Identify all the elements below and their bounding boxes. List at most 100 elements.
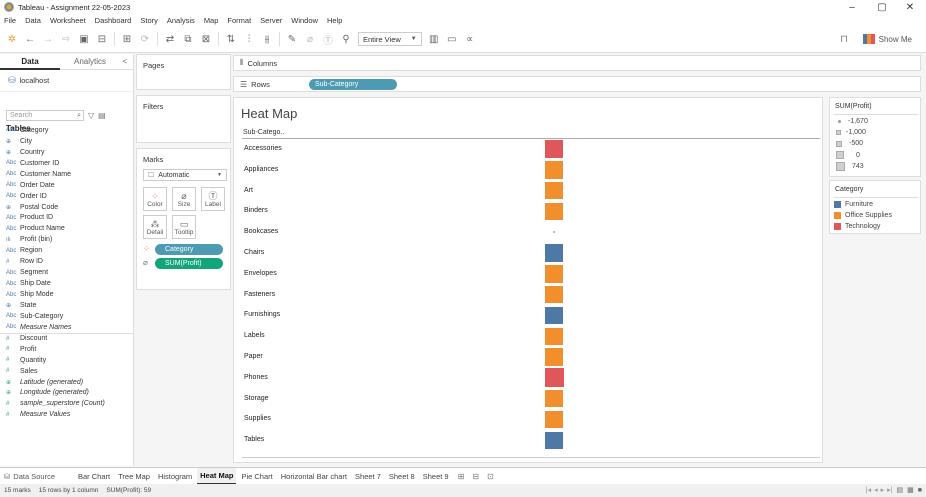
field-item[interactable]: Abc Customer ID — [0, 158, 134, 169]
new-worksheet-icon[interactable]: ⊞ — [121, 32, 133, 46]
profit-size-legend[interactable]: SUM(Profit) -1,670 -1,000 -500 0 743 — [829, 97, 921, 177]
menu-analysis[interactable]: Analysis — [167, 16, 195, 25]
new-dashboard-icon[interactable]: ⊟ — [472, 472, 479, 481]
undo-icon[interactable]: ← — [24, 32, 36, 46]
heatmap-mark[interactable] — [545, 244, 563, 262]
heatmap-mark[interactable] — [545, 181, 563, 200]
row-label[interactable]: Phones — [244, 373, 268, 383]
heatmap-mark[interactable] — [545, 160, 563, 179]
tab-sheet-9[interactable]: Sheet 9 — [420, 468, 452, 485]
show-me-button[interactable]: Show Me — [862, 34, 912, 44]
menu-format[interactable]: Format — [227, 16, 251, 25]
menu-server[interactable]: Server — [260, 16, 282, 25]
presentation-icon[interactable]: ⊓ — [840, 34, 848, 45]
menu-file[interactable]: File — [4, 16, 16, 25]
view-options-icon[interactable]: ▤ — [98, 111, 106, 120]
first-sheet-icon[interactable]: |◂ — [866, 486, 871, 494]
duplicate-sheet-icon[interactable]: ⧉ — [182, 32, 194, 46]
field-item[interactable]: # sample_superstore (Count) — [0, 398, 134, 409]
tab-pie-chart[interactable]: Pie Chart — [238, 468, 275, 485]
tab-tree-map[interactable]: Tree Map — [115, 468, 153, 485]
heatmap-mark[interactable] — [545, 306, 563, 325]
field-item[interactable]: # Measure Values — [0, 409, 134, 420]
field-item[interactable]: ⊕ Longitude (generated) — [0, 388, 134, 399]
field-item[interactable]: ⊕ Latitude (generated) — [0, 377, 134, 388]
new-data-source-icon[interactable]: ⊟ — [96, 32, 108, 46]
field-item[interactable]: Abc Order ID — [0, 191, 134, 202]
sort-descending-icon[interactable]: ⫵ — [261, 32, 273, 46]
group-icon[interactable]: ⌀ — [304, 32, 316, 46]
marks-pill-category[interactable]: Category — [155, 244, 223, 255]
field-item[interactable]: # Row ID — [0, 256, 134, 267]
row-label[interactable]: Bookcases — [244, 227, 278, 237]
field-item[interactable]: ⊕ City — [0, 136, 134, 147]
row-label[interactable]: Accessories — [244, 144, 282, 154]
row-header-sub-category[interactable]: Sub-Catego.. — [243, 129, 284, 136]
marks-pill-sum-profit[interactable]: SUM(Profit) — [155, 258, 223, 269]
save-icon[interactable]: ▣ — [78, 32, 90, 46]
swap-icon[interactable]: ⇅ — [225, 32, 237, 46]
filters-shelf[interactable]: Filters — [136, 95, 231, 143]
mark-type-dropdown[interactable]: ☐ Automatic ▼ — [143, 169, 227, 181]
legend-item-office-supplies[interactable]: Office Supplies — [834, 212, 892, 219]
field-item[interactable]: Abc Customer Name — [0, 169, 134, 180]
row-label[interactable]: Labels — [244, 331, 265, 341]
menu-dashboard[interactable]: Dashboard — [95, 16, 132, 25]
labels-icon[interactable]: Ⓣ — [322, 32, 334, 47]
tooltip-button[interactable]: ▭ Tooltip — [172, 215, 196, 239]
legend-item-furniture[interactable]: Furniture — [834, 201, 873, 208]
show-sheet-sorter-icon[interactable]: ■ — [918, 487, 922, 494]
tab-horizontal-bar-chart[interactable]: Horizontal Bar chart — [278, 468, 350, 485]
sheet-title[interactable]: Heat Map — [241, 106, 297, 121]
menu-data[interactable]: Data — [25, 16, 41, 25]
field-item[interactable]: # Quantity — [0, 355, 134, 366]
row-label[interactable]: Fasteners — [244, 290, 275, 300]
detail-button[interactable]: ⁂ Detail — [143, 215, 167, 239]
field-item[interactable]: Abc Product ID — [0, 213, 134, 224]
heatmap-mark[interactable] — [545, 285, 563, 304]
heatmap-mark[interactable] — [545, 389, 563, 408]
heatmap-mark[interactable] — [545, 202, 563, 221]
previous-sheet-icon[interactable]: ◂ — [874, 486, 878, 494]
rows-shelf[interactable]: ☰ Rows Sub-Category — [233, 76, 921, 92]
maximize-button[interactable]: ▢ — [868, 0, 896, 14]
tab-bar-chart[interactable]: Bar Chart — [75, 468, 113, 485]
new-worksheet-icon[interactable]: ⊞ — [458, 472, 465, 481]
legend-size-item[interactable]: 743 — [836, 162, 864, 171]
legend-size-item[interactable]: -1,670 — [836, 118, 868, 125]
swap-rows-columns-icon[interactable]: ⇄ — [164, 32, 176, 46]
size-button[interactable]: ⌀ Size — [172, 187, 196, 211]
field-search-input[interactable]: Search ⌕ — [6, 110, 84, 121]
field-item[interactable]: ⊕ State — [0, 300, 134, 311]
tab-data[interactable]: Data — [0, 54, 60, 70]
data-source-tab[interactable]: ⛁ Data Source — [0, 472, 63, 481]
field-item[interactable]: Abc Category — [0, 125, 134, 136]
rows-pill-sub-category[interactable]: Sub-Category — [309, 79, 397, 90]
data-source-item[interactable]: ⛁ localhost — [0, 70, 133, 92]
heatmap-mark[interactable] — [544, 368, 564, 388]
filter-fields-icon[interactable]: ▽ — [88, 111, 94, 120]
menu-story[interactable]: Story — [140, 16, 158, 25]
show-hide-cards-icon[interactable]: ▥ — [428, 32, 440, 46]
replay-icon[interactable]: ⇨ — [60, 32, 72, 46]
row-label[interactable]: Storage — [244, 394, 269, 404]
field-item[interactable]: Abc Product Name — [0, 223, 134, 234]
row-label[interactable]: Appliances — [244, 165, 278, 175]
label-button[interactable]: Ⓣ Label — [201, 187, 225, 211]
row-label[interactable]: Supplies — [244, 414, 271, 424]
field-item[interactable]: ılı Profit (bin) — [0, 234, 134, 245]
field-item[interactable]: Abc Ship Mode — [0, 289, 134, 300]
legend-size-item[interactable]: 0 — [836, 151, 860, 159]
menu-map[interactable]: Map — [204, 16, 219, 25]
share-icon[interactable]: ∝ — [464, 32, 476, 46]
field-item[interactable]: ⊕ Postal Code — [0, 202, 134, 213]
legend-item-technology[interactable]: Technology — [834, 223, 880, 230]
redo-icon[interactable]: → — [42, 32, 54, 46]
refresh-icon[interactable]: ⟳ — [139, 32, 151, 46]
category-color-legend[interactable]: Category Furniture Office Supplies Techn… — [829, 180, 921, 234]
field-item[interactable]: Abc Order Date — [0, 180, 134, 191]
presentation-mode-icon[interactable]: ▭ — [446, 32, 458, 46]
row-label[interactable]: Paper — [244, 352, 263, 362]
menu-window[interactable]: Window — [291, 16, 318, 25]
new-story-icon[interactable]: ⊡ — [487, 472, 494, 481]
